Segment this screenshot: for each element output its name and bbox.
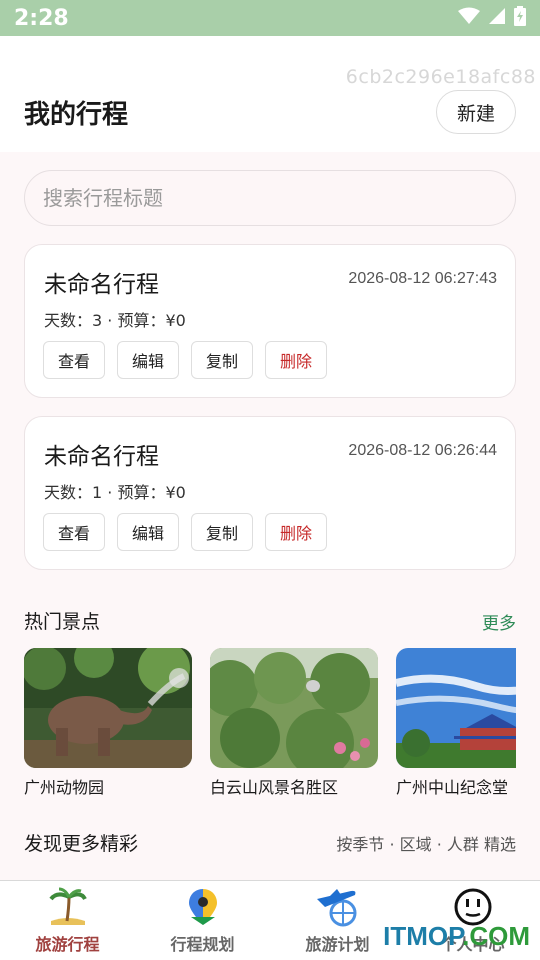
tab-planning[interactable]: 行程规划: [135, 881, 270, 960]
edit-button[interactable]: 编辑: [117, 513, 179, 551]
discover-title: 发现更多精彩: [24, 833, 139, 855]
trip-name: 未命名行程: [44, 444, 159, 470]
page-title: 我的行程: [24, 100, 129, 130]
battery-charging-icon: [514, 6, 526, 30]
more-link[interactable]: 更多: [482, 609, 516, 634]
trip-meta: 天数：3 · 预算：¥0: [44, 311, 186, 330]
hot-spots-title: 热门景点: [24, 611, 101, 633]
status-time: 2:28: [14, 5, 69, 31]
trip-name: 未命名行程: [44, 272, 159, 298]
trip-card: 未命名行程 2026-08-12 06:26:44 天数：1 · 预算：¥0 查…: [24, 416, 516, 570]
trip-timestamp: 2026-08-12 06:27:43: [348, 270, 497, 287]
trip-card: 未命名行程 2026-08-12 06:27:43 天数：3 · 预算：¥0 查…: [24, 244, 516, 398]
delete-button[interactable]: 删除: [265, 513, 327, 551]
site-watermark-logo: ITMOP.COM: [383, 921, 530, 952]
trip-actions: 查看 编辑 复制 删除: [43, 341, 327, 379]
view-button[interactable]: 查看: [43, 341, 105, 379]
hot-spots-carousel[interactable]: 广州动物园 白云山风景名胜区 广州中山纪念堂: [24, 648, 516, 798]
tab-label: 行程规划: [170, 935, 235, 954]
spot-photo-mountain: [210, 648, 378, 768]
edit-button[interactable]: 编辑: [117, 341, 179, 379]
tab-label: 旅游计划: [305, 935, 370, 954]
spot-name: 白云山风景名胜区: [210, 778, 339, 797]
search-input[interactable]: [43, 186, 497, 210]
wifi-icon: [458, 7, 480, 29]
spot-card[interactable]: 广州中山纪念堂: [396, 648, 516, 798]
status-bar: 2:28: [0, 0, 540, 36]
device-id-text: 6cb2c296e18afc88: [345, 66, 536, 88]
trip-actions: 查看 编辑 复制 删除: [43, 513, 327, 551]
app-header: 6cb2c296e18afc88 我的行程 新建: [0, 36, 540, 152]
cellular-signal-icon: [488, 7, 506, 29]
spot-card[interactable]: 广州动物园: [24, 648, 192, 798]
search-box[interactable]: [24, 170, 516, 226]
spot-photo-memorial-hall: [396, 648, 516, 768]
trip-meta: 天数：1 · 预算：¥0: [44, 483, 186, 502]
spot-name: 广州动物园: [24, 778, 105, 797]
copy-button[interactable]: 复制: [191, 341, 253, 379]
copy-button[interactable]: 复制: [191, 513, 253, 551]
watermark-text-a: ITMOP: [383, 921, 463, 951]
tab-trips[interactable]: 旅游行程: [0, 881, 135, 960]
palm-tree-icon: [45, 885, 91, 929]
spot-name: 广州中山纪念堂: [396, 778, 509, 797]
delete-button[interactable]: 删除: [265, 341, 327, 379]
discover-filters[interactable]: 按季节 · 区域 · 人群 精选: [336, 831, 516, 855]
map-pin-icon: [180, 885, 226, 929]
airplane-globe-icon: [315, 885, 361, 929]
watermark-text-b: .COM: [462, 921, 530, 951]
spot-card[interactable]: 白云山风景名胜区: [210, 648, 378, 798]
status-icons: [458, 6, 526, 30]
trip-timestamp: 2026-08-12 06:26:44: [348, 442, 497, 459]
view-button[interactable]: 查看: [43, 513, 105, 551]
new-trip-button[interactable]: 新建: [436, 90, 516, 134]
tab-label: 旅游行程: [35, 935, 100, 954]
spot-photo-zoo: [24, 648, 192, 768]
